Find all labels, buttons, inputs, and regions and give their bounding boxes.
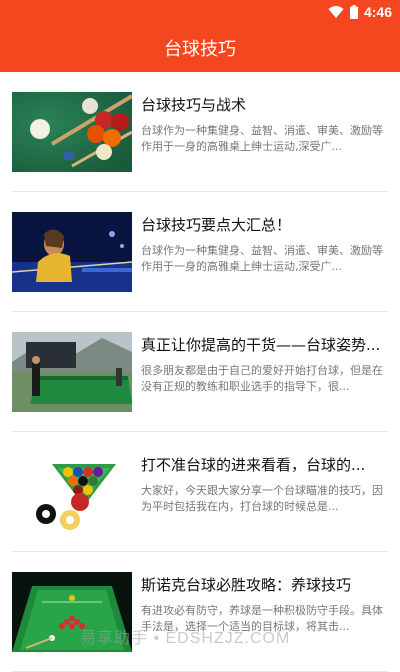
article-summary: 台球作为一种集健身、益智、消遣、审美、激励等作用于一身的高雅桌上绅士运动,深受广…	[141, 124, 383, 153]
article-title: 台球技巧与战术	[141, 96, 247, 114]
player-cue-image	[12, 212, 132, 292]
wifi-icon	[328, 6, 344, 18]
article-summary: 台球作为一种集健身、益智、消遣、审美、激励等作用于一身的高雅桌上绅士运动,深受广…	[141, 244, 383, 273]
status-bar: 4:46	[0, 0, 400, 24]
watermark: 易享助手 • EDSHZJZ.COM	[80, 630, 291, 647]
status-icons: 4:46	[328, 3, 392, 21]
battery-icon	[349, 5, 358, 19]
article-title: 斯诺克台球必胜攻略：养球技巧	[141, 576, 352, 594]
article-title: 打不准台球的进来看看，台球的...	[141, 456, 366, 474]
status-time: 4:46	[363, 4, 392, 20]
billiard-balls-image	[12, 92, 132, 172]
article-item[interactable]: 斯诺克台球必胜攻略：养球技巧 有进攻必有防守，养球是一种积极防守手段。具体手法是…	[12, 552, 388, 672]
article-list: 台球技巧与战术 台球作为一种集健身、益智、消遣、审美、激励等作用于一身的高雅桌上…	[0, 72, 400, 672]
article-item[interactable]: 真正让你提高的干货——台球姿势... 很多朋友都是由于自己的爱好开始打台球，但是…	[12, 312, 388, 432]
page-title: 台球技巧	[164, 39, 236, 60]
article-title: 真正让你提高的干货——台球姿势...	[141, 336, 381, 354]
article-title: 台球技巧要点大汇总！	[141, 216, 292, 234]
racked-balls-image	[12, 452, 132, 532]
article-summary: 很多朋友都是由于自己的爱好开始打台球，但是在没有正规的教练和职业选手的指导下，很…	[141, 364, 383, 393]
outdoor-table-image	[12, 332, 132, 412]
article-item[interactable]: 打不准台球的进来看看，台球的... 大家好，今天跟大家分享一个台球瞄准的技巧，因…	[12, 432, 388, 552]
app-bar: 台球技巧	[0, 24, 400, 72]
article-item[interactable]: 台球技巧与战术 台球作为一种集健身、益智、消遣、审美、激励等作用于一身的高雅桌上…	[12, 72, 388, 192]
article-summary: 大家好，今天跟大家分享一个台球瞄准的技巧，因为平时包括我在内，打台球的时候总是.…	[141, 484, 383, 513]
article-item[interactable]: 台球技巧要点大汇总！ 台球作为一种集健身、益智、消遣、审美、激励等作用于一身的高…	[12, 192, 388, 312]
